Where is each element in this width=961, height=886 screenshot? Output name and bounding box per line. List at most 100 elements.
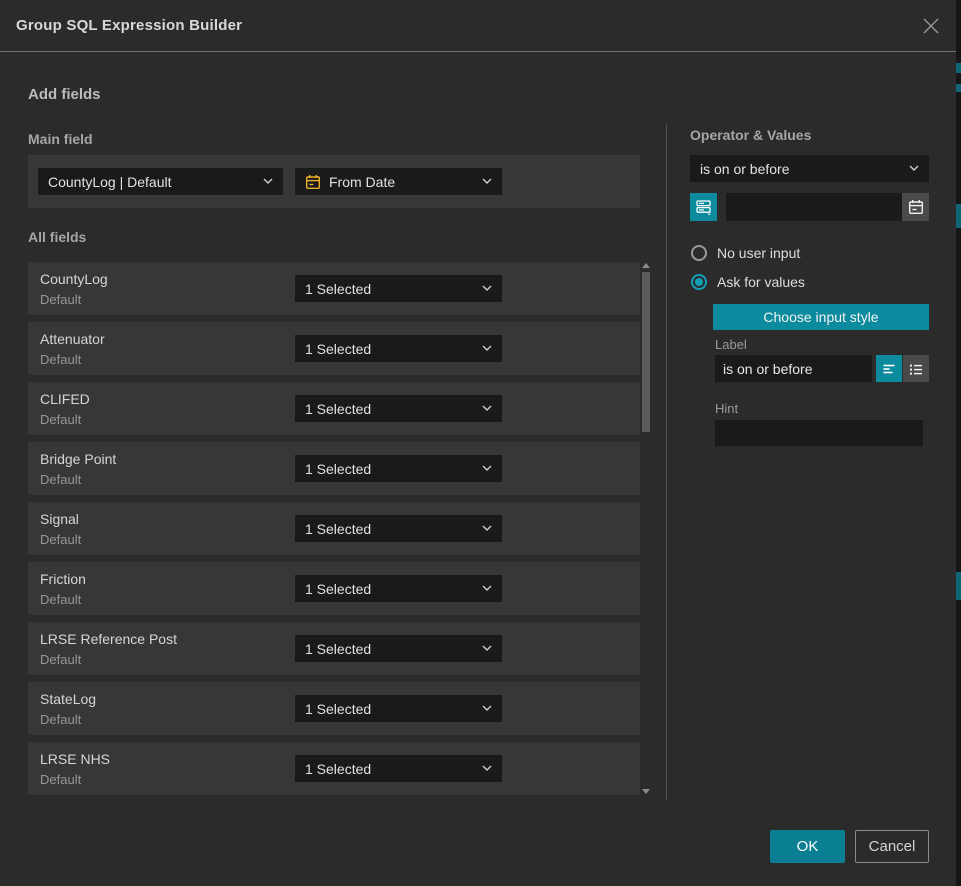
label-caption: Label [715,337,747,352]
chevron-down-icon [482,705,492,712]
field-type: Default [40,472,81,487]
field-selected-dropdown[interactable]: 1 Selected [295,695,502,722]
field-selected-value: 1 Selected [305,701,476,717]
chevron-down-icon [482,525,492,532]
radio-ask-for-values-label: Ask for values [717,274,805,290]
all-fields-heading: All fields [28,229,86,245]
hint-input[interactable] [715,420,923,446]
chevron-down-icon [482,178,492,185]
field-selected-value: 1 Selected [305,761,476,777]
calendar-icon [305,174,321,190]
background-fragment [956,84,961,92]
field-name: CountyLog [40,271,108,287]
chevron-down-icon [263,178,273,185]
field-selected-value: 1 Selected [305,461,476,477]
dialog-title: Group SQL Expression Builder [16,17,242,34]
field-selected-dropdown[interactable]: 1 Selected [295,395,502,422]
panel-divider [666,124,667,800]
field-type: Default [40,292,81,307]
field-selected-value: 1 Selected [305,581,476,597]
layer-dropdown[interactable]: CountyLog | Default [38,168,283,195]
main-field-panel: CountyLog | Default From Date [28,155,640,208]
chevron-down-icon [482,645,492,652]
field-type: Default [40,652,81,667]
field-row: Bridge Point Default 1 Selected [28,442,640,495]
field-selected-dropdown[interactable]: 1 Selected [295,515,502,542]
field-name: Bridge Point [40,451,116,467]
chevron-down-icon [909,165,919,172]
field-name: StateLog [40,691,96,707]
field-selected-dropdown[interactable]: 1 Selected [295,575,502,602]
field-row: CountyLog Default 1 Selected [28,262,640,315]
field-name: Signal [40,511,79,527]
chevron-down-icon [482,765,492,772]
fields-list-scrollbar[interactable] [641,259,651,800]
date-picker-button[interactable] [902,193,929,221]
chevron-down-icon [482,345,492,352]
field-selected-dropdown[interactable]: 1 Selected [295,335,502,362]
close-button[interactable] [920,15,942,37]
field-row: Attenuator Default 1 Selected [28,322,640,375]
all-fields-list: CountyLog Default 1 Selected Attenuator … [28,262,640,802]
title-bar: Group SQL Expression Builder [0,0,956,52]
background-app-strip [956,0,961,886]
chevron-down-icon [482,585,492,592]
field-name: CLIFED [40,391,90,407]
label-input[interactable] [715,355,872,382]
group-sql-expression-builder-dialog: Group SQL Expression Builder Add fields … [0,0,956,886]
operator-values-heading: Operator & Values [690,127,811,143]
field-type: Default [40,772,81,787]
background-fragment [956,572,961,600]
field-selected-value: 1 Selected [305,641,476,657]
ok-button[interactable]: OK [770,830,845,863]
chevron-down-icon [482,405,492,412]
background-fragment [956,63,961,73]
field-row: Friction Default 1 Selected [28,562,640,615]
field-name: Friction [40,571,86,587]
field-selected-value: 1 Selected [305,401,476,417]
cancel-button[interactable]: Cancel [855,830,929,863]
single-line-style-button[interactable] [876,355,902,382]
background-fragment [956,204,961,228]
scroll-down-arrow-icon[interactable] [642,789,650,794]
align-left-icon [881,361,897,377]
radio-no-user-input[interactable]: No user input [691,245,800,261]
field-name: LRSE Reference Post [40,631,177,647]
field-selected-dropdown[interactable]: 1 Selected [295,275,502,302]
value-input-type-button[interactable] [690,193,717,221]
radio-circle-checked-icon [691,274,707,290]
field-type: Default [40,412,81,427]
list-style-button[interactable] [903,355,929,382]
field-selected-value: 1 Selected [305,281,476,297]
field-type: Default [40,712,81,727]
field-row: CLIFED Default 1 Selected [28,382,640,435]
field-row: LRSE NHS Default 1 Selected [28,742,640,795]
radio-circle-icon [691,245,707,261]
operator-dropdown-value: is on or before [700,161,903,177]
field-type: Default [40,352,81,367]
main-field-dropdown[interactable]: From Date [295,168,502,195]
field-selected-dropdown[interactable]: 1 Selected [295,455,502,482]
choose-input-style-button[interactable]: Choose input style [713,304,929,330]
date-value-input[interactable] [726,193,902,221]
layer-dropdown-value: CountyLog | Default [48,174,257,190]
field-type: Default [40,592,81,607]
field-selected-value: 1 Selected [305,341,476,357]
field-selected-value: 1 Selected [305,521,476,537]
field-selected-dropdown[interactable]: 1 Selected [295,755,502,782]
field-row: StateLog Default 1 Selected [28,682,640,735]
close-icon [922,17,940,35]
field-row: Signal Default 1 Selected [28,502,640,555]
main-field-heading: Main field [28,131,93,147]
field-type: Default [40,532,81,547]
scrollbar-thumb[interactable] [642,272,650,432]
add-fields-heading: Add fields [28,86,101,103]
stacked-values-icon [695,198,713,216]
field-row: LRSE Reference Post Default 1 Selected [28,622,640,675]
chevron-down-icon [482,285,492,292]
field-name: Attenuator [40,331,105,347]
field-selected-dropdown[interactable]: 1 Selected [295,635,502,662]
scroll-up-arrow-icon[interactable] [642,263,650,268]
radio-ask-for-values[interactable]: Ask for values [691,274,805,290]
operator-dropdown[interactable]: is on or before [690,155,929,182]
